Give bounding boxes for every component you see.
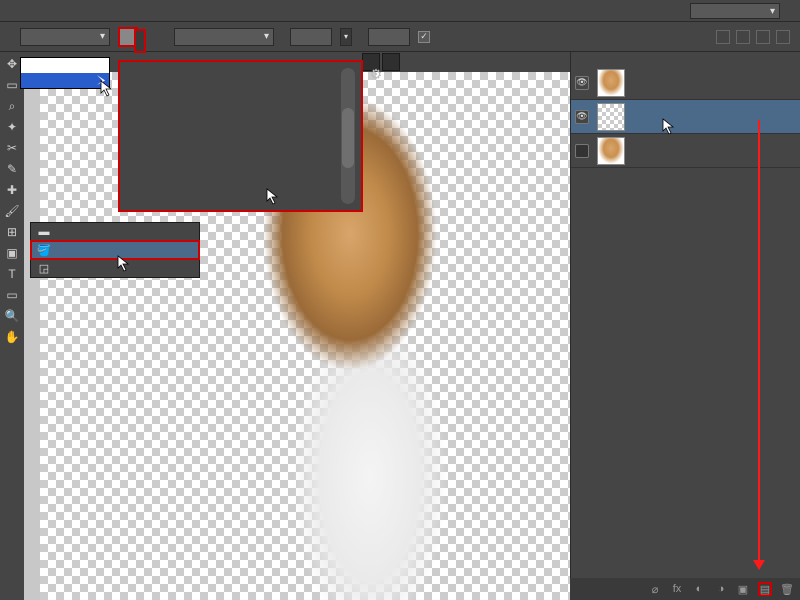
crop-tool-icon[interactable]: ✂ <box>1 138 23 158</box>
material-fill-item[interactable]: ◲ <box>31 259 199 277</box>
pattern-scrollbar[interactable] <box>341 68 355 204</box>
visibility-toggle-icon[interactable]: 👁 <box>575 110 589 124</box>
layer-thumbnail[interactable] <box>597 103 625 131</box>
heal-tool-icon[interactable]: ✚ <box>1 180 23 200</box>
stamp-tool-icon[interactable]: ⊞ <box>1 222 23 242</box>
layer-row-hintergrund[interactable] <box>571 134 800 168</box>
ruler-vertical <box>24 72 40 600</box>
fill-source-dropdown[interactable]: ▾ <box>20 28 110 46</box>
document-tab-2[interactable] <box>382 53 400 71</box>
lock-position-icon[interactable] <box>736 30 750 44</box>
opacity-field[interactable] <box>290 28 332 46</box>
fill-tool-flyout: ▬ 🪣 ◲ <box>30 222 200 278</box>
layer-group-icon[interactable]: ▣ <box>736 582 750 596</box>
lock-move-icon[interactable] <box>756 30 770 44</box>
blend-mode-select[interactable]: ▾ <box>690 3 780 19</box>
shape-tool-icon[interactable]: ▭ <box>1 285 23 305</box>
lock-all-icon[interactable] <box>776 30 790 44</box>
brush-tool-icon[interactable]: 🖌 <box>1 201 23 221</box>
delete-layer-icon[interactable]: 🗑 <box>780 582 794 596</box>
pattern-scrollbar-thumb[interactable] <box>342 108 354 168</box>
layer-thumbnail[interactable] <box>597 69 625 97</box>
tool-palette: ✥ ▭ ⌕ ✦ ✂ ✎ ✚ 🖌 ⊞ ▣ T ▭ 🔍 ✋ <box>0 52 24 600</box>
layer-fx-icon[interactable]: fx <box>670 582 684 596</box>
pattern-thumbnail[interactable] <box>118 27 138 47</box>
layers-panel: 👁 👁 <box>570 52 800 600</box>
material-fill-icon: ◲ <box>37 261 51 275</box>
layer-row-ebene2[interactable]: 👁 <box>571 100 800 134</box>
options-bar: ▾ ▾ ▾ ✓ <box>0 22 800 52</box>
hand-tool-icon[interactable]: ✋ <box>1 327 23 347</box>
pattern-picker-panel <box>118 60 363 212</box>
pattern-settings-gear-icon[interactable]: ⚙ <box>368 66 384 82</box>
gradient-tool-item[interactable]: ▬ <box>31 223 199 241</box>
antialias-checkbox[interactable]: ✓ <box>418 31 430 43</box>
layer-mask-icon[interactable]: ◐ <box>692 582 706 596</box>
visibility-toggle-icon[interactable]: 👁 <box>575 76 589 90</box>
fill-tool-icon[interactable]: ▣ <box>1 243 23 263</box>
bucket-tool-item[interactable]: 🪣 <box>31 241 199 259</box>
tolerance-field[interactable] <box>368 28 410 46</box>
gradient-tool-icon: ▬ <box>37 225 51 239</box>
fill-source-menu <box>20 57 110 89</box>
eyedrop-tool-icon[interactable]: ✎ <box>1 159 23 179</box>
link-layers-icon[interactable]: ⌀ <box>648 582 662 596</box>
layer-row-ebene1[interactable]: 👁 <box>571 66 800 100</box>
annotation-arrow-1 <box>758 120 760 568</box>
bucket-tool-icon: 🪣 <box>37 243 51 257</box>
wand-tool-icon[interactable]: ✦ <box>1 117 23 137</box>
new-layer-icon[interactable]: ▤ <box>758 582 772 596</box>
menu-bar <box>0 0 800 22</box>
type-tool-icon[interactable]: T <box>1 264 23 284</box>
adjustment-layer-icon[interactable]: ◑ <box>714 582 728 596</box>
top-right-options: ▾ <box>690 0 800 22</box>
layers-panel-footer: ⌀ fx ◐ ◑ ▣ ▤ 🗑 <box>570 578 800 600</box>
fill-source-vordergrund[interactable] <box>21 58 109 73</box>
opacity-stepper[interactable]: ▾ <box>340 28 352 46</box>
lasso-tool-icon[interactable]: ⌕ <box>1 96 23 116</box>
layer-thumbnail[interactable] <box>597 137 625 165</box>
lock-pixels-icon[interactable] <box>716 30 730 44</box>
visibility-toggle-icon[interactable] <box>575 144 589 158</box>
fill-source-muster[interactable] <box>21 73 109 88</box>
mode-dropdown[interactable]: ▾ <box>174 28 274 46</box>
zoom-tool-icon[interactable]: 🔍 <box>1 306 23 326</box>
